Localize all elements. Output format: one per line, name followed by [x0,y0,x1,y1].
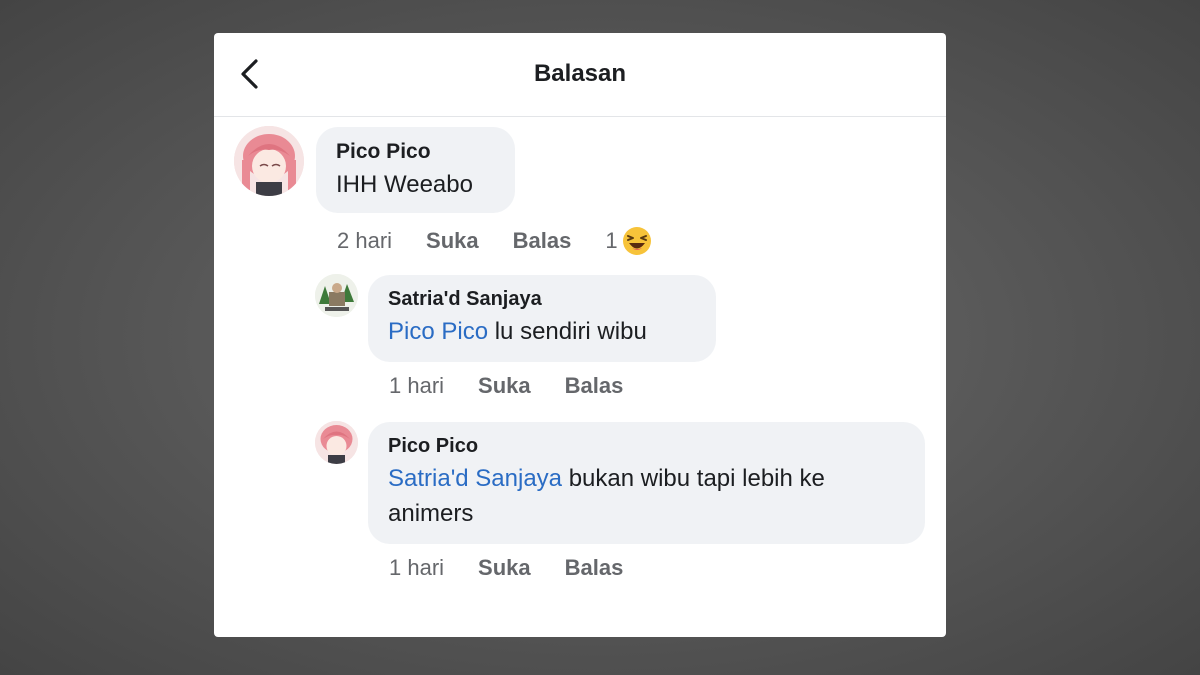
comment-bubble: Satria'd Sanjaya Pico Pico lu sendiri wi… [368,275,716,362]
reply-button[interactable]: Balas [565,555,624,581]
header-bar: Balasan [214,33,946,117]
avatar[interactable] [234,126,304,196]
mention-link[interactable]: Pico Pico [388,318,488,345]
replies-panel: Balasan Pico Pico IHH Weeabo 2 hari Suka… [214,33,946,637]
comment-actions: 2 hari Suka Balas 1 [337,226,652,256]
avatar[interactable] [315,274,358,317]
comment-actions: 1 hari Suka Balas [389,555,657,581]
comment-text: Pico Pico lu sendiri wibu [388,314,696,349]
reaction-count: 1 [605,228,618,253]
comment-text: Satria'd Sanjaya bukan wibu tapi lebih k… [388,461,898,531]
profile-photo-icon [315,274,358,317]
comment-time[interactable]: 2 hari [337,228,392,254]
like-button[interactable]: Suka [426,228,479,254]
comment-body: lu sendiri wibu [488,318,647,345]
comment-author[interactable]: Pico Pico [388,431,905,461]
comment-text: IHH Weeabo [336,167,495,202]
laughing-emoji-icon [622,227,651,255]
comment-actions: 1 hari Suka Balas [389,373,657,399]
like-button[interactable]: Suka [478,555,531,581]
comment-time[interactable]: 1 hari [389,373,444,399]
avatar[interactable] [315,421,358,464]
comment-author[interactable]: Satria'd Sanjaya [388,284,696,314]
reply-button[interactable]: Balas [565,373,624,399]
comment-author[interactable]: Pico Pico [336,137,495,167]
anime-avatar-icon [315,421,358,464]
anime-avatar-icon [234,126,304,196]
page-title: Balasan [533,60,627,87]
comment-body: IHH Weeabo [336,171,473,198]
comment-bubble: Pico Pico Satria'd Sanjaya bukan wibu ta… [368,422,925,544]
comment-bubble: Pico Pico IHH Weeabo [316,127,515,213]
comment-time[interactable]: 1 hari [389,555,444,581]
like-button[interactable]: Suka [478,373,531,399]
reply-button[interactable]: Balas [513,228,572,254]
reaction-summary[interactable]: 1 [605,226,651,256]
mention-link[interactable]: Satria'd Sanjaya [388,465,562,492]
